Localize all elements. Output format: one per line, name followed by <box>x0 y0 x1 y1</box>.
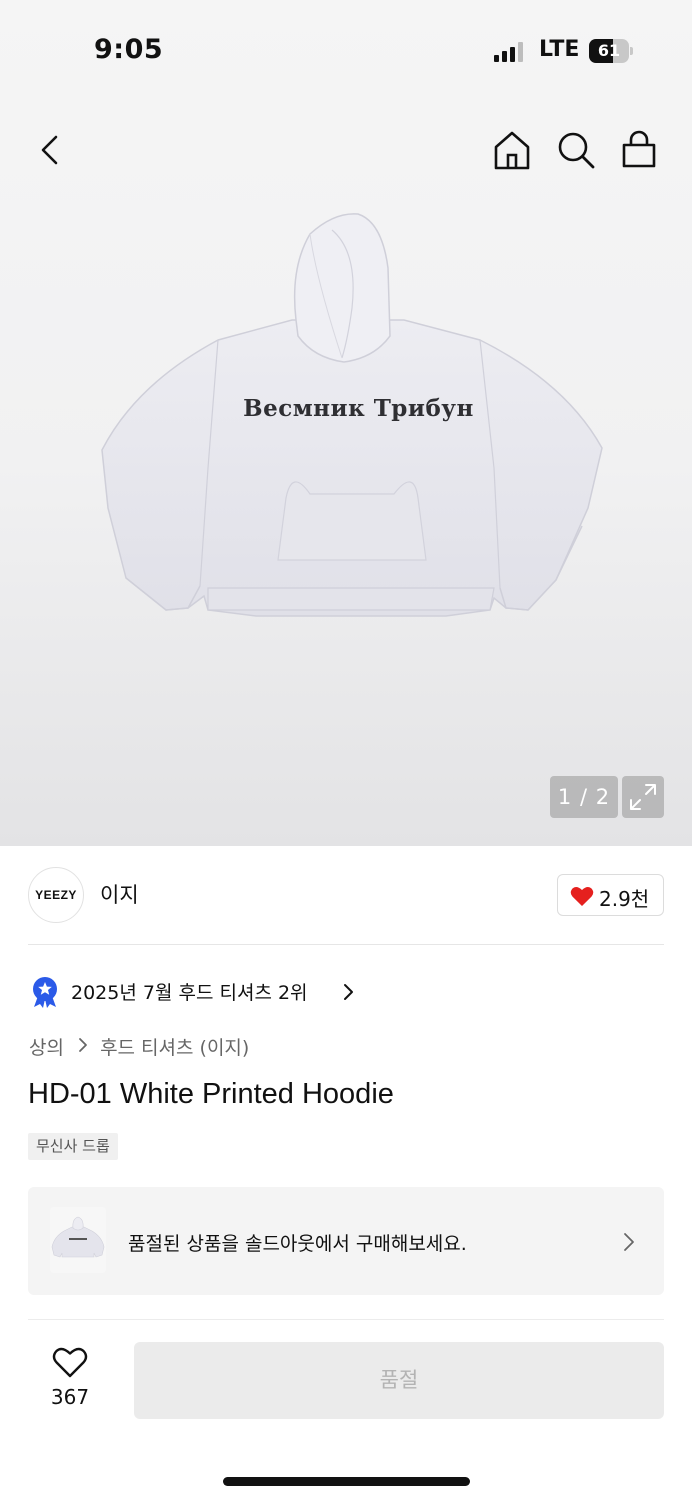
cart-button[interactable] <box>619 130 659 170</box>
brand-like-count: 2.9천 <box>599 887 650 911</box>
brand-name[interactable]: 이지 <box>100 879 139 909</box>
chevron-right-icon <box>78 1036 88 1058</box>
product-tag: 무신사 드롭 <box>28 1133 118 1160</box>
product-image[interactable]: Весмник Трибун <box>96 208 608 628</box>
expand-button[interactable] <box>622 776 664 818</box>
wishlist-button[interactable] <box>52 1345 88 1383</box>
heart-filled-icon <box>570 887 594 906</box>
signal-icon <box>494 42 526 62</box>
breadcrumb-category[interactable]: 상의 <box>29 1033 64 1060</box>
resale-thumbnail <box>50 1207 106 1273</box>
heart-outline-icon <box>52 1347 88 1378</box>
back-button[interactable] <box>32 130 72 170</box>
soldout-resale-banner[interactable]: 품절된 상품을 솔드아웃에서 구매해보세요. <box>28 1187 664 1295</box>
battery-level: 61 <box>597 41 621 60</box>
ranking-medal-icon <box>33 977 57 1008</box>
breadcrumb-subcategory[interactable]: 후드 티셔츠 (이지) <box>100 1033 249 1060</box>
breadcrumb: 상의 후드 티셔츠 (이지) <box>29 1033 249 1060</box>
product-image-gallery[interactable]: 9:05 LTE 61 Весмник Трибун 1 / 2 <box>0 0 692 846</box>
battery-icon: 61 <box>589 39 633 63</box>
home-indicator <box>223 1477 470 1486</box>
wishlist-count: 367 <box>50 1385 90 1409</box>
chevron-right-icon <box>344 984 353 1000</box>
expand-icon <box>630 784 656 810</box>
status-bar: 9:05 LTE 61 <box>0 0 692 100</box>
brand-logo[interactable]: YEEZY <box>28 867 84 923</box>
home-icon <box>494 131 530 170</box>
hoodie-print-text: Весмник Трибун <box>243 395 474 422</box>
resale-text: 품절된 상품을 솔드아웃에서 구매해보세요. <box>128 1233 467 1255</box>
chevron-left-icon <box>41 135 58 165</box>
ranking-text: 2025년 7월 후드 티셔츠 2위 <box>71 982 308 1004</box>
brand-like-button[interactable]: 2.9천 <box>557 874 664 916</box>
network-type: LTE <box>539 37 580 62</box>
divider <box>28 944 664 945</box>
product-title: HD-01 White Printed Hoodie <box>28 1078 394 1110</box>
home-button[interactable] <box>492 130 532 170</box>
status-time: 9:05 <box>94 34 164 65</box>
chevron-right-icon <box>624 1233 634 1251</box>
search-icon <box>558 132 595 169</box>
soldout-button[interactable]: 품절 <box>134 1342 664 1419</box>
shopping-bag-icon <box>622 130 656 168</box>
image-page-indicator: 1 / 2 <box>550 776 618 818</box>
search-button[interactable] <box>556 130 596 170</box>
